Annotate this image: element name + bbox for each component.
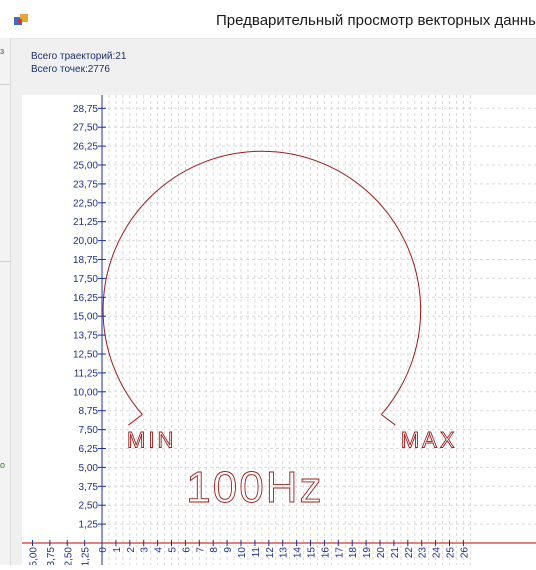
statistics-info: Всего траекторий:21 Всего точек:2776 — [31, 50, 126, 76]
y-tick-label: 23,75 — [73, 179, 98, 190]
preview-panel: Всего траекторий:21 Всего точек:2776 1,2… — [11, 39, 536, 570]
y-tick-label: 1,25 — [79, 520, 99, 531]
y-tick-label: 17,50 — [73, 274, 98, 285]
x-tick-label: 10 — [237, 547, 248, 559]
x-tick-label: 16 — [320, 547, 331, 559]
x-tick-label: 18 — [348, 547, 359, 559]
x-tick-label: 19 — [362, 547, 373, 559]
background-window-edge: з о — [0, 38, 11, 565]
y-tick-label: 13,75 — [73, 331, 98, 342]
x-tick-label: -1,25 — [81, 547, 92, 565]
x-tick-label: 1 — [112, 547, 123, 553]
x-tick-label: 4 — [154, 547, 165, 553]
x-tick-label: 23 — [418, 547, 429, 559]
x-tick-label: 8 — [209, 547, 220, 553]
vector-preview-plot[interactable]: 1,25 2,50 3,75 5,00 6,25 7,50 8,75 10,00 11,25 12… — [22, 95, 536, 570]
x-tick-label: 2 — [126, 547, 137, 553]
arc-hook-right — [381, 414, 396, 426]
x-tick-label: -3,75 — [46, 547, 57, 565]
x-tick-label: 11 — [251, 547, 262, 558]
x-tick-label: 26 — [459, 547, 470, 559]
y-tick-label: 26,25 — [73, 142, 98, 153]
point-count: Всего точек:2776 — [31, 64, 110, 75]
title-bar[interactable]: Предварительный просмотр векторных данны — [0, 0, 536, 39]
y-tick-label: 15,00 — [73, 312, 98, 323]
x-tick-label: 21 — [390, 547, 401, 559]
app-icon — [14, 14, 28, 25]
y-tick-label: 7,50 — [79, 425, 99, 436]
trajectory-label-min: MIN — [127, 428, 176, 453]
y-tick-label: 6,25 — [79, 444, 99, 455]
background-text-fragment: о — [0, 460, 6, 470]
trajectory-label-max: MAX — [401, 428, 458, 453]
y-tick-label: 18,75 — [73, 255, 98, 266]
y-tick-label: 27,50 — [73, 123, 98, 134]
x-tick-label: 17 — [334, 547, 345, 559]
x-tick-label: 6 — [181, 547, 192, 553]
x-tick-label: 13 — [279, 547, 290, 559]
x-tick-label: 7 — [195, 547, 206, 553]
y-tick-label: 25,00 — [73, 161, 98, 172]
y-tick-label: 21,25 — [73, 217, 98, 228]
y-tick-label: 16,25 — [73, 293, 98, 304]
x-tick-label: 25 — [446, 547, 457, 559]
background-text-fragment: з — [0, 46, 5, 56]
x-tick-label: -2,50 — [63, 547, 74, 565]
y-tick-label: 3,75 — [79, 482, 99, 493]
y-tick-label: 20,00 — [73, 236, 98, 247]
y-tick-label: 10,00 — [73, 387, 98, 398]
x-tick-label: 24 — [432, 547, 443, 559]
x-tick-label: 15 — [307, 547, 318, 559]
x-tick-label: 12 — [265, 547, 276, 559]
y-tick-label: 12,50 — [73, 350, 98, 361]
y-tick-label: 11,25 — [74, 368, 99, 379]
x-tick-label: 0 — [98, 547, 109, 553]
window-title: Предварительный просмотр векторных данны — [216, 12, 536, 29]
x-tick-label: 20 — [376, 547, 387, 559]
x-tick-label: 14 — [293, 547, 304, 559]
y-tick-label: 8,75 — [79, 406, 99, 417]
x-tick-label: 5 — [168, 547, 179, 553]
y-tick-label: 2,50 — [79, 501, 99, 512]
x-tick-label: 9 — [223, 547, 234, 553]
x-tick-label: -5,00 — [29, 547, 40, 565]
trajectory-count: Всего траекторий:21 — [31, 51, 127, 62]
y-tick-label: 5,00 — [79, 463, 99, 474]
y-tick-label: 22,50 — [73, 198, 98, 209]
x-tick-label: 3 — [140, 547, 151, 553]
y-tick-label: 28,75 — [73, 104, 98, 115]
vector-chart[interactable]: 1,252,503,755,006,257,508,7510,0011,2512… — [22, 95, 536, 570]
x-tick-label: 22 — [404, 547, 415, 559]
arc-hook-left — [128, 414, 143, 426]
trajectory-label-100hz: 100Hz — [186, 463, 323, 512]
